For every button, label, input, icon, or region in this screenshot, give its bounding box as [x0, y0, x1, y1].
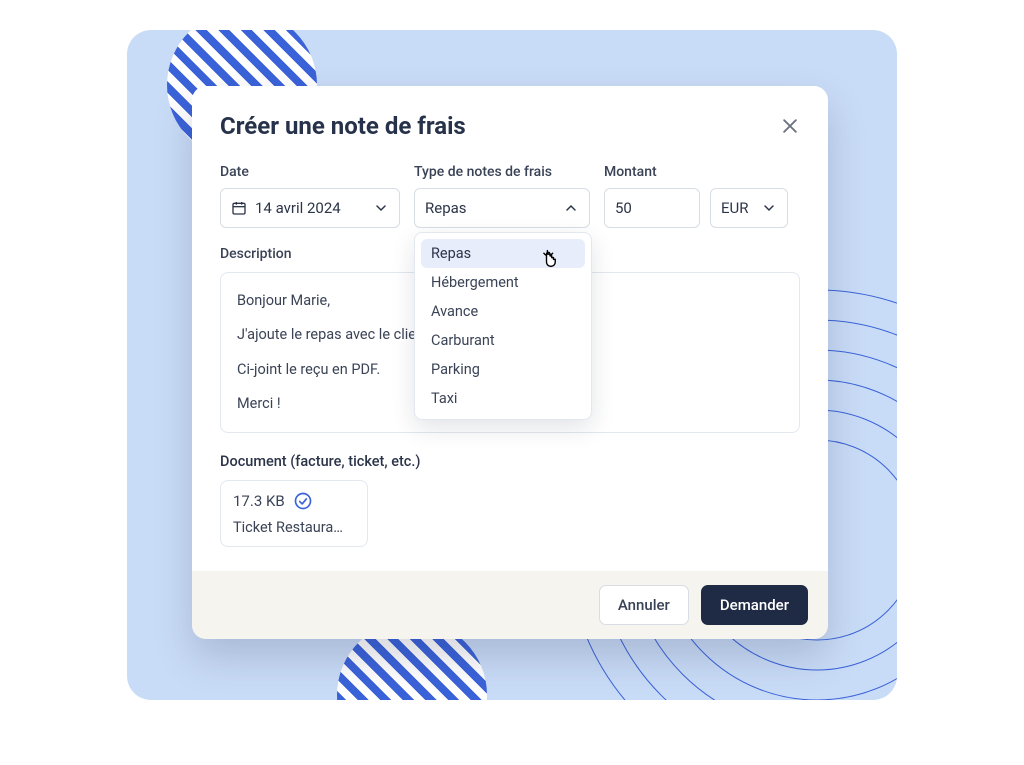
currency-value: EUR: [721, 199, 753, 217]
document-name: Ticket Restaura…: [233, 519, 355, 536]
type-select[interactable]: Repas: [414, 188, 590, 228]
submit-button[interactable]: Demander: [701, 585, 808, 625]
chevron-down-icon: [373, 200, 389, 216]
modal-title: Créer une note de frais: [220, 112, 466, 140]
document-size: 17.3 KB: [233, 492, 285, 510]
amount-field-group: Montant 50 EUR: [604, 164, 788, 228]
modal-footer: Annuler Demander: [192, 571, 828, 639]
cancel-button[interactable]: Annuler: [599, 585, 689, 625]
stage: Créer une note de frais Date 14 avril 20…: [127, 30, 897, 700]
type-dropdown: Repas Hébergement Avance Carburant Parki…: [414, 232, 592, 420]
expense-modal: Créer une note de frais Date 14 avril 20…: [192, 86, 828, 639]
type-label: Type de notes de frais: [414, 164, 590, 180]
amount-label: Montant: [604, 164, 788, 180]
date-value: 14 avril 2024: [255, 199, 365, 217]
type-option-carburant[interactable]: Carburant: [421, 326, 585, 355]
close-icon[interactable]: [780, 116, 800, 136]
currency-select[interactable]: EUR: [710, 188, 788, 228]
type-option-avance[interactable]: Avance: [421, 297, 585, 326]
type-field: Type de notes de frais Repas Repas Héber…: [414, 164, 590, 228]
cancel-button-label: Annuler: [618, 596, 670, 614]
document-chip[interactable]: 17.3 KB Ticket Restaura…: [220, 480, 368, 547]
document-label: Document (facture, ticket, etc.): [220, 453, 800, 470]
type-option-parking[interactable]: Parking: [421, 355, 585, 384]
date-input[interactable]: 14 avril 2024: [220, 188, 400, 228]
check-circle-icon: [293, 491, 313, 511]
type-value: Repas: [425, 199, 555, 217]
amount-input[interactable]: 50: [604, 188, 700, 228]
chevron-down-icon: [761, 200, 777, 216]
chevron-up-icon: [563, 200, 579, 216]
pointer-cursor-icon: [536, 248, 564, 276]
submit-button-label: Demander: [720, 596, 789, 614]
calendar-icon: [231, 200, 247, 216]
date-label: Date: [220, 164, 400, 180]
date-field: Date 14 avril 2024: [220, 164, 400, 228]
type-option-taxi[interactable]: Taxi: [421, 384, 585, 413]
amount-value: 50: [615, 199, 689, 217]
